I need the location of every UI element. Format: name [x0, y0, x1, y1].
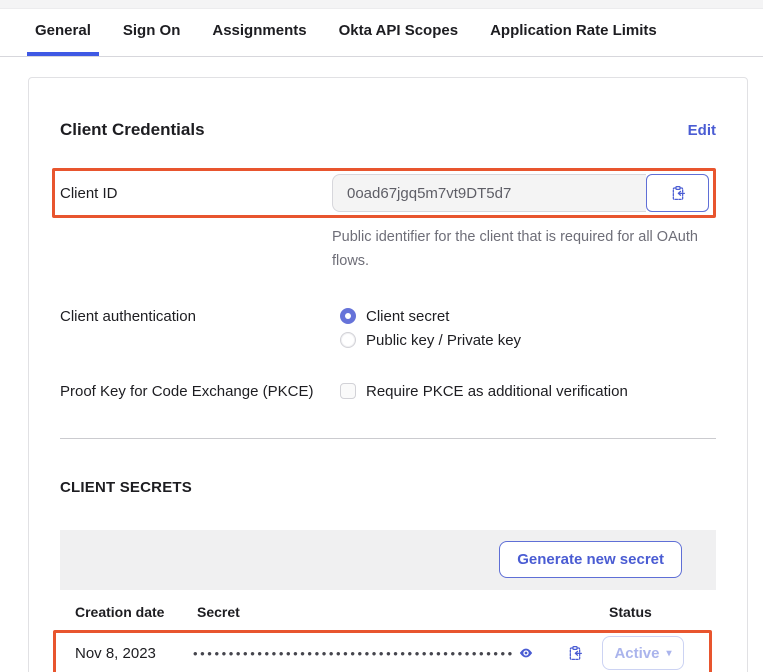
header-secret: Secret [197, 604, 609, 620]
tab-application-rate-limits[interactable]: Application Rate Limits [482, 9, 665, 56]
client-authentication-options: Client secret Public key / Private key [340, 308, 521, 349]
radio-option-public-private-key[interactable]: Public key / Private key [340, 332, 521, 349]
radio-option-label: Client secret [366, 308, 449, 325]
general-settings-card: Client Credentials Edit Client ID [28, 77, 748, 672]
reveal-secret-button[interactable] [515, 644, 537, 662]
status-active-dropdown[interactable]: Active ▾ [602, 636, 684, 670]
section-divider [60, 438, 716, 439]
client-id-row: Client ID [60, 174, 709, 212]
app-tabbar: General Sign On Assignments Okta API Sco… [0, 9, 763, 57]
client-id-label: Client ID [60, 185, 332, 202]
status-label: Active [614, 645, 659, 662]
secret-cell: ••••••••••••••••••••••••••••••••••••••••… [193, 643, 602, 663]
client-id-help-text: Public identifier for the client that is… [332, 226, 707, 274]
client-secrets-table: Generate new secret Creation date Secret… [60, 530, 716, 672]
eye-icon [517, 646, 535, 660]
client-id-input[interactable] [332, 174, 646, 212]
radio-option-label: Public key / Private key [366, 332, 521, 349]
pkce-checkbox-label: Require PKCE as additional verification [366, 383, 628, 400]
tab-general[interactable]: General [27, 9, 99, 56]
client-secrets-toolbar: Generate new secret [60, 530, 716, 590]
pkce-row: Proof Key for Code Exchange (PKCE) Requi… [60, 383, 716, 400]
table-row: Nov 8, 2023 ••••••••••••••••••••••••••••… [56, 633, 709, 672]
header-creation-date: Creation date [75, 604, 197, 620]
client-authentication-row: Client authentication Client secret Publ… [60, 308, 716, 349]
client-authentication-label: Client authentication [60, 308, 340, 349]
client-id-input-group [332, 174, 709, 212]
clipboard-copy-icon [567, 645, 583, 661]
clipboard-copy-icon [670, 185, 686, 201]
generate-new-secret-button[interactable]: Generate new secret [499, 541, 682, 578]
copy-secret-button[interactable] [565, 643, 585, 663]
pkce-label: Proof Key for Code Exchange (PKCE) [60, 383, 340, 400]
radio-option-client-secret[interactable]: Client secret [340, 308, 521, 325]
radio-selected-icon[interactable] [340, 308, 356, 324]
status-cell: Active ▾ [602, 636, 709, 670]
chevron-down-icon: ▾ [667, 648, 672, 659]
tab-okta-api-scopes[interactable]: Okta API Scopes [331, 9, 467, 56]
client-secrets-title: CLIENT SECRETS [60, 479, 716, 496]
radio-unselected-icon[interactable] [340, 332, 356, 348]
client-credentials-title: Client Credentials [60, 120, 205, 140]
secret-row-highlight-box: Nov 8, 2023 ••••••••••••••••••••••••••••… [53, 630, 712, 672]
edit-button[interactable]: Edit [688, 122, 716, 139]
pkce-checkbox-option[interactable]: Require PKCE as additional verification [340, 383, 628, 400]
tab-assignments[interactable]: Assignments [204, 9, 314, 56]
window-top-strip [0, 0, 763, 9]
copy-client-id-button[interactable] [646, 174, 709, 212]
tab-sign-on[interactable]: Sign On [115, 9, 189, 56]
client-id-highlight-box: Client ID [52, 168, 716, 218]
client-credentials-header: Client Credentials Edit [60, 120, 716, 140]
masked-secret-value: ••••••••••••••••••••••••••••••••••••••••… [193, 646, 515, 661]
checkbox-unchecked-icon[interactable] [340, 383, 356, 399]
secret-creation-date: Nov 8, 2023 [75, 645, 193, 662]
header-status: Status [609, 604, 716, 620]
table-header-row: Creation date Secret Status [60, 590, 716, 630]
